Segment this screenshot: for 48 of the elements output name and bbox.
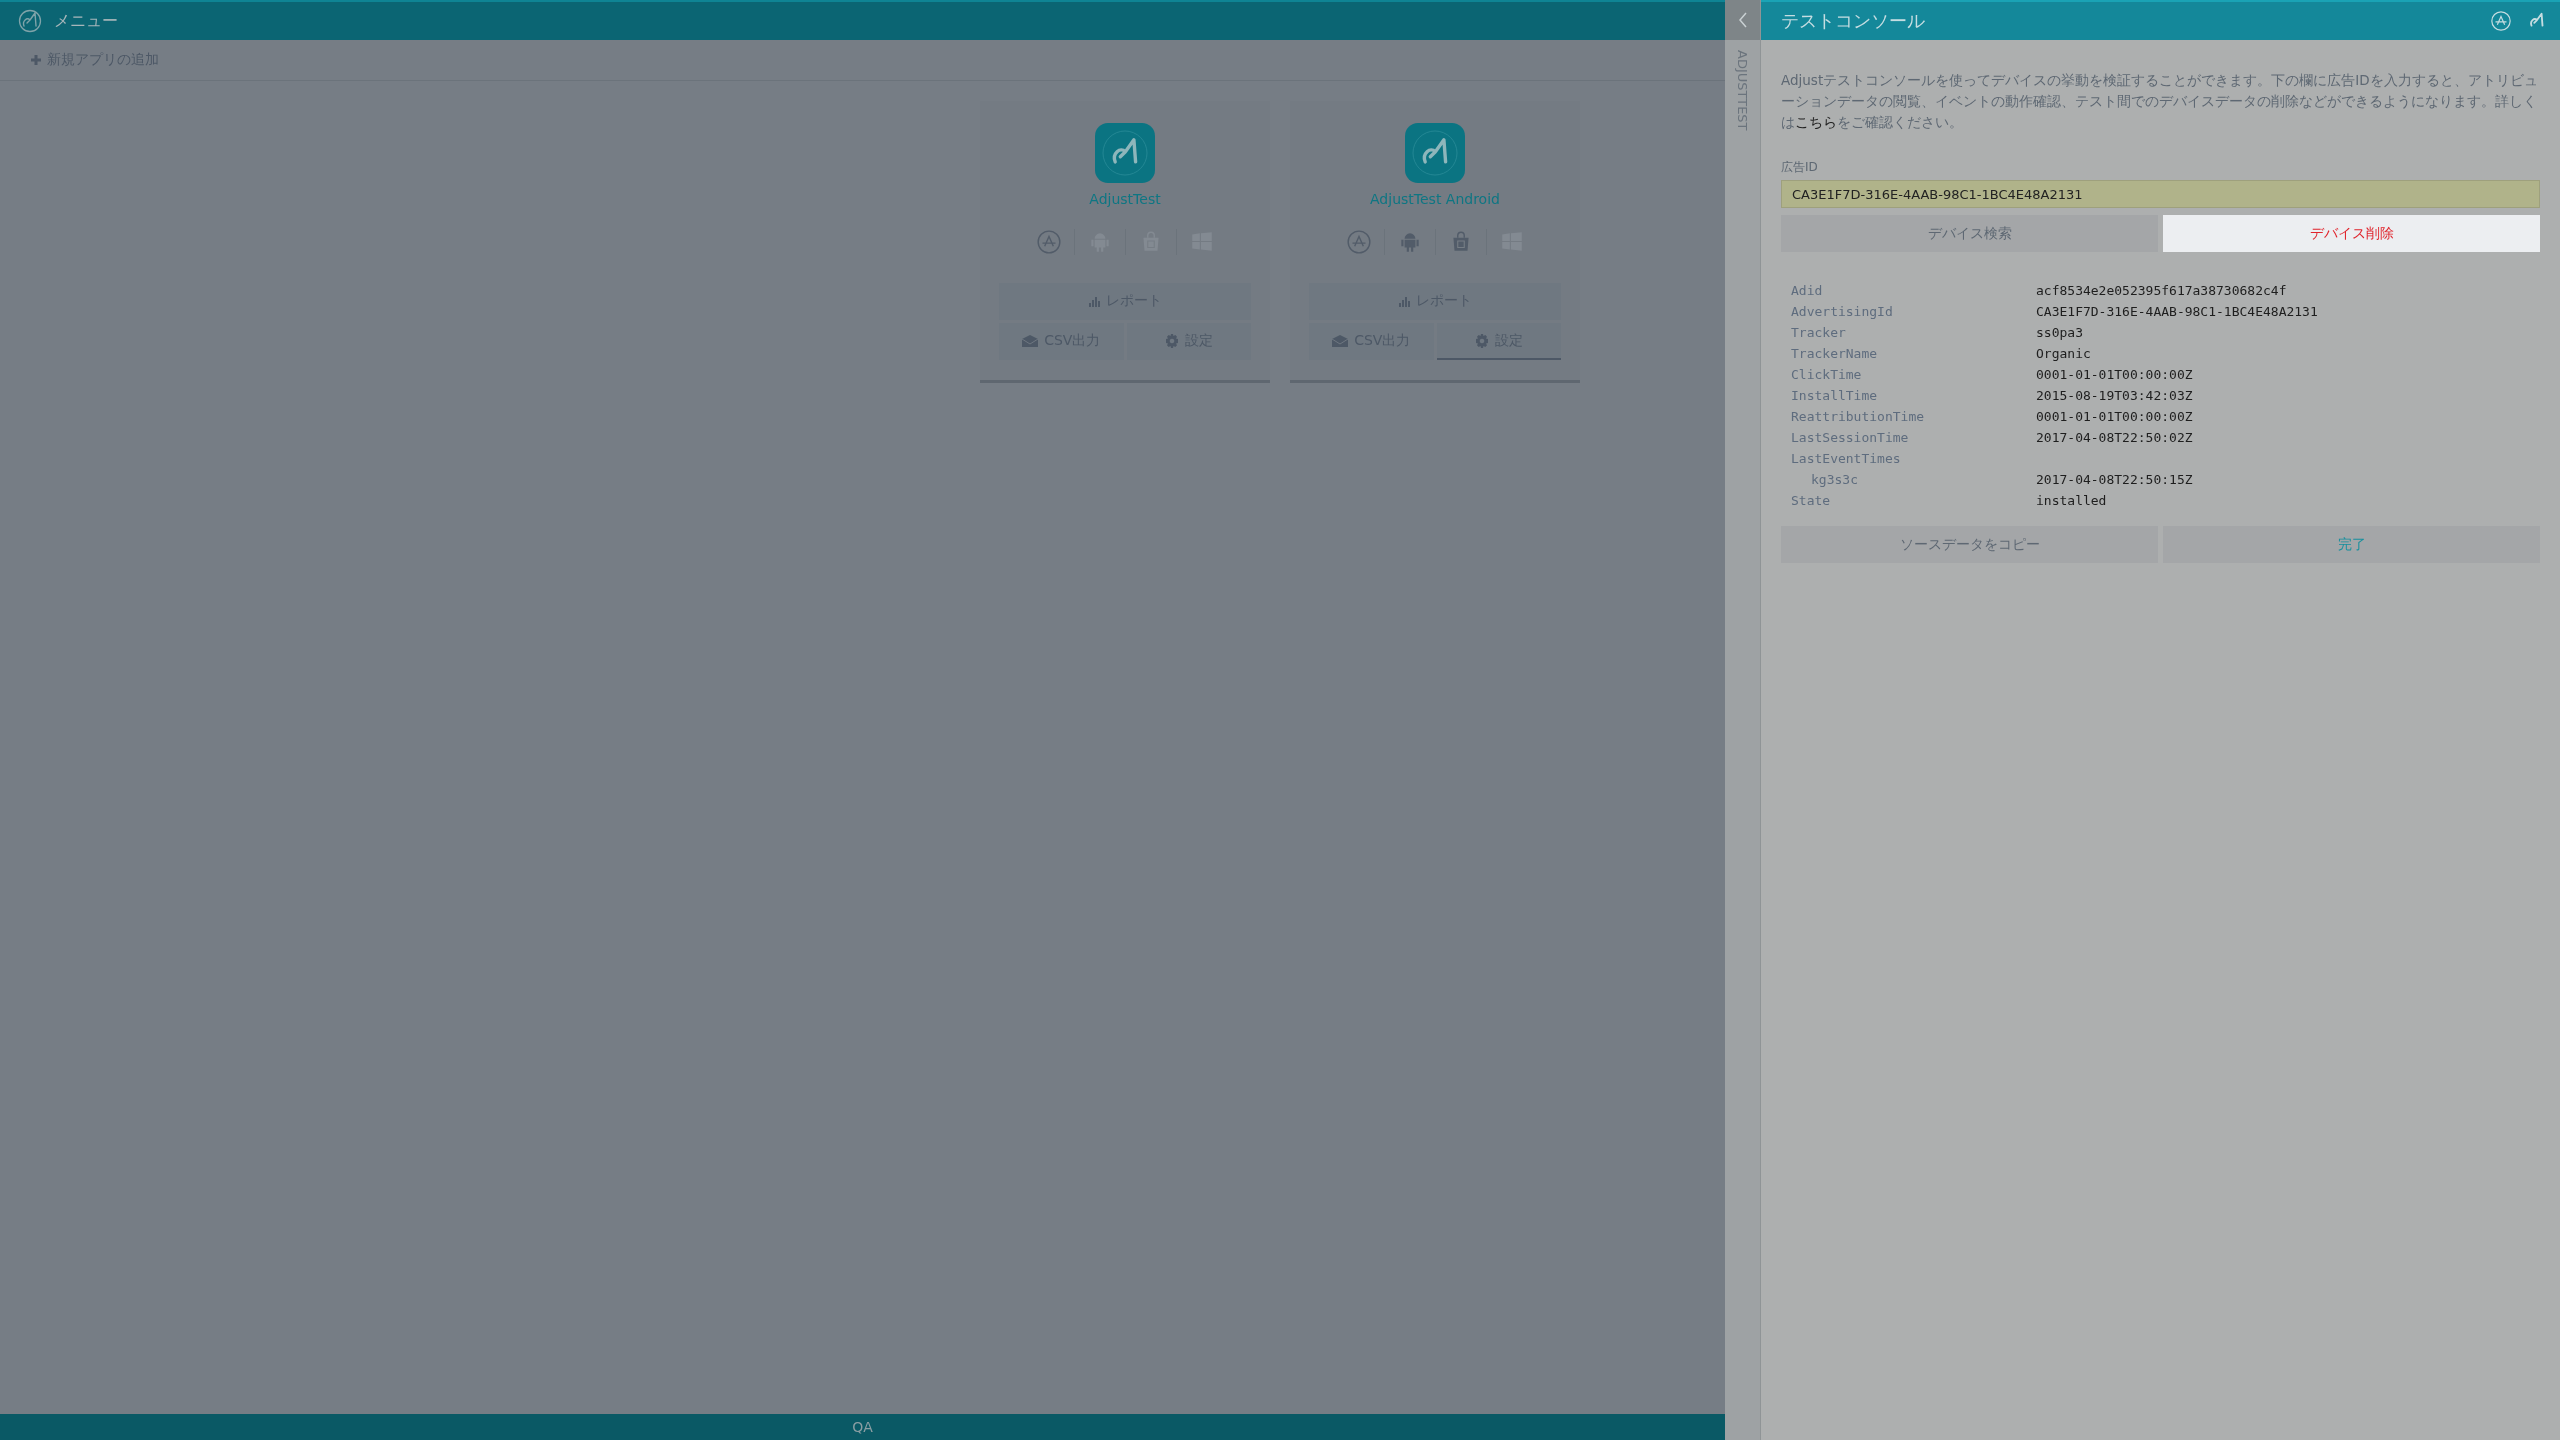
app-name[interactable]: AdjustTest: [1089, 191, 1161, 207]
field-key: LastEventTimes: [1791, 448, 2036, 469]
field-key: LastSessionTime: [1791, 427, 2036, 448]
back-button[interactable]: [1725, 0, 1760, 40]
menu-title[interactable]: メニュー: [54, 10, 118, 32]
app-name[interactable]: AdjustTest Android: [1370, 191, 1500, 207]
gear-icon: [1164, 333, 1179, 348]
details-link[interactable]: こちら: [1795, 114, 1837, 130]
field-key: TrackerName: [1791, 343, 2036, 364]
field-value: 2017-04-08T22:50:15Z: [2036, 471, 2194, 489]
ad-id-field[interactable]: CA3E1F7D-316E-4AAB-98C1-1BC4E48A2131: [1781, 180, 2540, 208]
app-icon[interactable]: [1405, 123, 1465, 183]
field-key: AdvertisingId: [1791, 301, 2036, 322]
copy-button[interactable]: ソースデータをコピー: [1781, 526, 2158, 563]
field-key: Adid: [1791, 280, 2036, 301]
bar-chart-icon: [1398, 294, 1410, 307]
field-key: ClickTime: [1791, 364, 2036, 385]
app-store-icon[interactable]: [1035, 229, 1062, 255]
field-value: installed: [2036, 492, 2108, 510]
app-store-icon[interactable]: [1345, 229, 1372, 255]
field-value: 2015-08-19T03:42:03Z: [2036, 387, 2194, 405]
logo-icon[interactable]: [18, 9, 42, 33]
plus-icon: [30, 54, 42, 66]
field-label: 広告ID: [1781, 159, 1819, 176]
done-button[interactable]: 完了: [2163, 526, 2540, 563]
field-value: 0001-01-01T00:00:00Z: [2036, 408, 2194, 426]
description-text: Adjustテストコンソールを使ってデバイスの挙動を検証することができます。下の欄に広告IDを入力すると、アトリビューションデータの閲覧、イベントの動作確認、テスト間でのデバイスデータの削除などができるようになります。詳しくは こちら をご確認ください。: [1781, 71, 2539, 132]
field-key: State: [1791, 490, 2036, 511]
status-text: QA: [852, 1419, 873, 1435]
app-icon[interactable]: [1095, 123, 1155, 183]
field-value: acf8534e2e052395f617a38730682c4f: [2036, 282, 2288, 300]
field-value: 2017-04-08T22:50:02Z: [2036, 429, 2194, 447]
envelope-icon: [1332, 334, 1349, 347]
gear-icon: [1474, 333, 1489, 348]
panel-title: テストコンソール: [1781, 9, 1925, 33]
chevron-left-icon: [1737, 12, 1748, 28]
field-value: 0001-01-01T00:00:00Z: [2036, 366, 2194, 384]
field-value: ss0pa3: [2036, 324, 2084, 342]
field-key: InstallTime: [1791, 385, 2036, 406]
envelope-icon: [1022, 334, 1039, 347]
field-key: ReattributionTime: [1791, 406, 2036, 427]
field-value: Organic: [2036, 345, 2092, 363]
field-key: Tracker: [1791, 322, 2036, 343]
device-button[interactable]: デバイス削除: [2163, 215, 2540, 252]
field-value: CA3E1F7D-316E-4AAB-98C1-1BC4E48A2131: [2036, 303, 2319, 321]
device-button[interactable]: デバイス検索: [1781, 215, 2158, 252]
bar-chart-icon: [1088, 294, 1100, 307]
field-key: kg3s3c: [1791, 469, 2036, 490]
